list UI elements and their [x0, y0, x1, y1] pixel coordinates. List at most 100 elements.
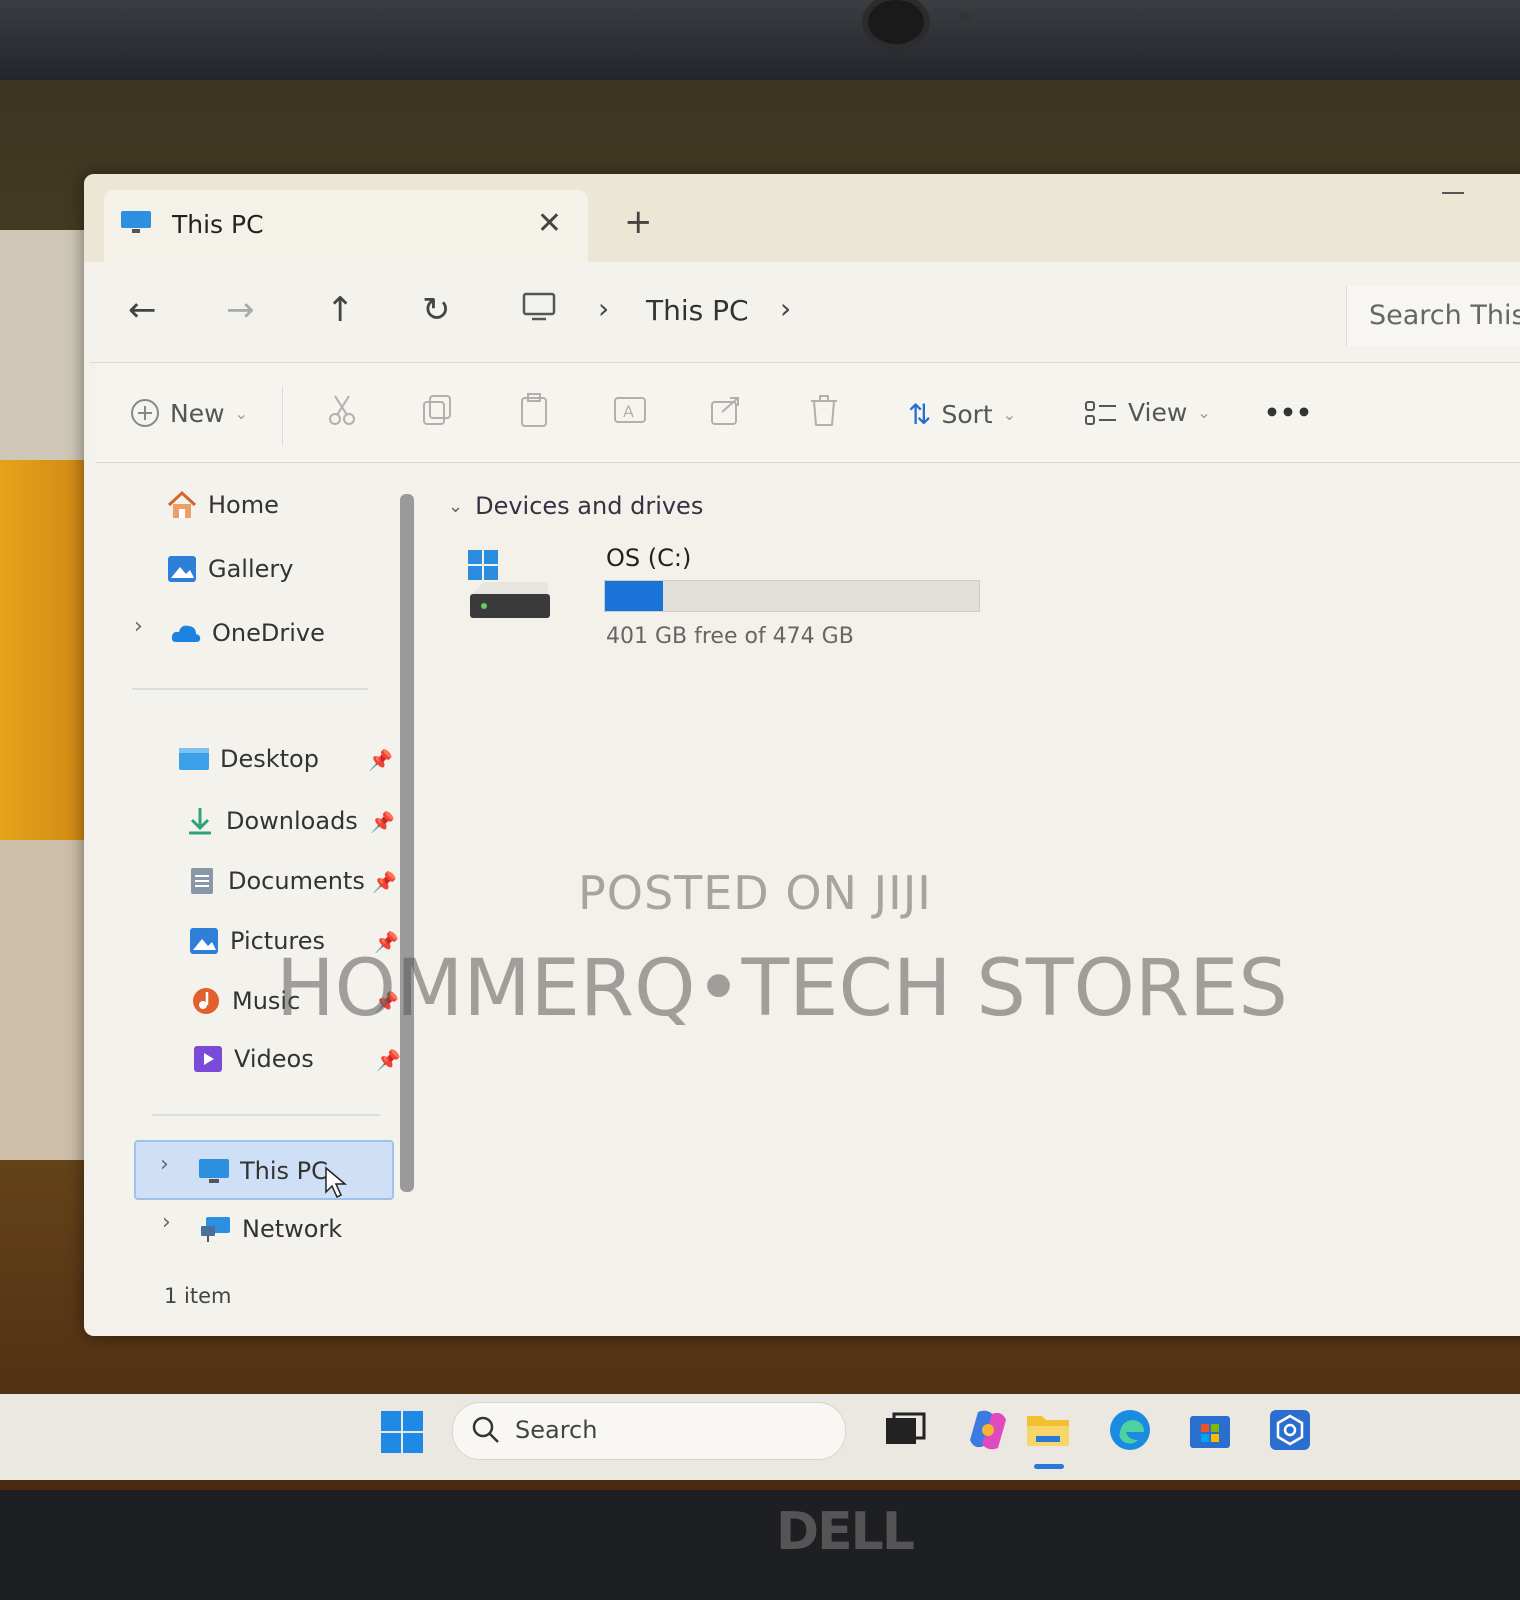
sidebar-item-downloads[interactable]: Downloads	[184, 806, 358, 836]
sidebar-item-home[interactable]: Home	[166, 490, 279, 520]
breadcrumb-this-pc[interactable]: This PC	[646, 294, 749, 327]
share-icon[interactable]	[708, 392, 744, 428]
up-button[interactable]: ↑	[326, 290, 355, 330]
chevron-right-icon[interactable]: ›	[160, 1152, 169, 1177]
new-label: New	[170, 398, 225, 428]
section-header-devices[interactable]: ⌄ Devices and drives	[448, 492, 703, 520]
download-icon	[189, 808, 211, 835]
drive-usage-fill	[605, 581, 663, 611]
search-input[interactable]: Search This PC	[1346, 286, 1520, 346]
plus-circle-icon	[131, 399, 159, 427]
task-view-icon[interactable]	[880, 1406, 928, 1454]
cut-icon[interactable]	[324, 392, 360, 428]
section-title: Devices and drives	[475, 492, 704, 520]
pictures-icon	[190, 928, 218, 954]
chevron-down-icon: ⌄	[448, 495, 464, 517]
drive-usage-bar	[604, 580, 980, 612]
desktop-folder-icon	[179, 748, 209, 770]
brand-logo: DELL	[776, 1502, 915, 1562]
rename-icon[interactable]: A	[612, 392, 648, 428]
gallery-icon	[168, 556, 196, 582]
pin-icon[interactable]: 📌	[376, 1048, 401, 1072]
paste-icon[interactable]	[516, 392, 552, 428]
sidebar-item-label: OneDrive	[212, 619, 325, 647]
mouse-cursor-icon	[325, 1166, 348, 1199]
sidebar-item-videos[interactable]: Videos	[192, 1044, 314, 1074]
view-icon	[1085, 400, 1116, 425]
monitor-icon	[121, 211, 151, 233]
refresh-button[interactable]: ↻	[422, 290, 451, 330]
view-button[interactable]: View ⌄	[1084, 398, 1211, 427]
sort-icon: ⇅	[908, 398, 932, 431]
watermark-line-1: POSTED ON JIJI	[578, 866, 932, 920]
navigation-bar: ← → ↑ ↻ › This PC › Search This PC	[90, 262, 1520, 363]
drive-name: OS (C:)	[606, 544, 692, 572]
new-tab-button[interactable]: +	[624, 202, 653, 242]
chevron-right-icon[interactable]: ›	[598, 292, 609, 325]
sidebar-item-label: Home	[208, 491, 279, 519]
network-icon	[201, 1217, 230, 1242]
pin-icon[interactable]: 📌	[368, 748, 393, 772]
drive-item[interactable]: OS (C:) 401 GB free of 474 GB	[464, 544, 984, 664]
laptop-bezel-bottom: DELL	[0, 1490, 1520, 1600]
drive-free-space: 401 GB free of 474 GB	[606, 624, 854, 649]
home-icon	[167, 490, 197, 518]
hard-drive-icon	[468, 550, 550, 618]
music-icon	[193, 988, 219, 1014]
webcam	[868, 0, 924, 44]
chevron-down-icon: ⌄	[1197, 403, 1211, 422]
chevron-right-icon[interactable]: ›	[780, 292, 791, 325]
sidebar-item-documents[interactable]: Documents	[186, 866, 365, 896]
navigation-pane: Home Gallery › OneDrive Desktop 📌 Downlo…	[104, 464, 414, 1334]
sort-button[interactable]: ⇅ Sort ⌄	[908, 398, 1016, 431]
sidebar-item-onedrive[interactable]: OneDrive	[170, 618, 325, 648]
microsoft-store-icon[interactable]	[1186, 1406, 1234, 1454]
copilot-icon[interactable]	[964, 1406, 1012, 1454]
back-button[interactable]: ←	[128, 290, 157, 330]
divider	[282, 386, 283, 446]
pin-icon[interactable]: 📌	[370, 810, 395, 834]
status-item-count: 1 item	[164, 1284, 232, 1308]
pin-icon[interactable]: 📌	[372, 870, 397, 894]
windows-start-icon[interactable]	[380, 1410, 424, 1454]
active-app-indicator	[1034, 1464, 1064, 1469]
edge-browser-icon[interactable]	[1106, 1406, 1154, 1454]
delete-icon[interactable]	[806, 392, 842, 428]
chevron-down-icon: ⌄	[234, 403, 248, 423]
sidebar-item-label: Network	[242, 1215, 343, 1243]
view-label: View	[1128, 398, 1188, 427]
taskbar: Search	[0, 1394, 1520, 1480]
sidebar-item-label: Gallery	[208, 555, 294, 583]
tab-this-pc[interactable]: This PC ✕	[104, 190, 588, 262]
forward-button[interactable]: →	[226, 290, 255, 330]
laptop-bezel-top	[0, 0, 1520, 80]
chevron-right-icon[interactable]: ›	[162, 1210, 171, 1235]
command-bar: New ⌄ A ⇅ Sort ⌄ View ⌄ •••	[96, 364, 1520, 463]
sidebar-item-label: Desktop	[220, 745, 319, 773]
copy-icon[interactable]	[420, 392, 456, 428]
taskbar-search[interactable]: Search	[452, 1402, 846, 1460]
taskbar-search-label: Search	[515, 1416, 598, 1444]
sidebar-item-this-pc[interactable]: This PC	[198, 1156, 328, 1186]
file-explorer-window: This PC ✕ + ← → ↑ ↻ › This PC › Search T…	[84, 174, 1520, 1336]
divider	[152, 1114, 380, 1116]
file-explorer-icon[interactable]	[1024, 1406, 1072, 1454]
sidebar-item-desktop[interactable]: Desktop	[178, 744, 319, 774]
more-options-button[interactable]: •••	[1264, 398, 1312, 427]
monitor-icon[interactable]	[522, 292, 556, 322]
sidebar-item-gallery[interactable]: Gallery	[166, 554, 293, 584]
sort-label: Sort	[941, 400, 993, 429]
chevron-down-icon: ⌄	[1002, 405, 1017, 424]
document-icon	[191, 868, 213, 894]
sidebar-item-label: Documents	[228, 867, 365, 895]
sidebar-scrollbar[interactable]	[400, 494, 414, 1192]
close-tab-button[interactable]: ✕	[537, 206, 562, 241]
chevron-right-icon[interactable]: ›	[134, 614, 143, 639]
minimize-button[interactable]	[1442, 192, 1464, 194]
app-icon[interactable]	[1266, 1406, 1314, 1454]
search-icon	[472, 1416, 499, 1443]
divider	[132, 688, 368, 690]
sidebar-item-network[interactable]: Network	[200, 1214, 342, 1244]
new-button[interactable]: New ⌄	[130, 398, 248, 428]
tab-title: This PC	[172, 210, 264, 239]
